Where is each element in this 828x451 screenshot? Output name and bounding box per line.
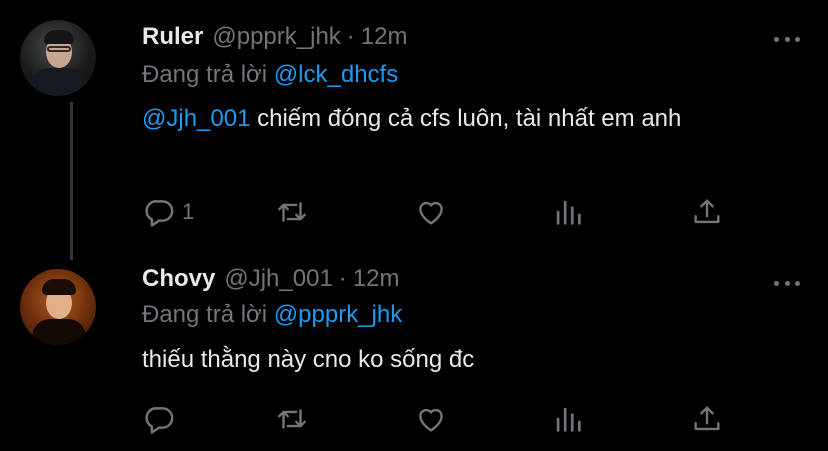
- tweet-ruler[interactable]: Ruler @ppprk_jhk · 12m Đang trả lời @lck…: [0, 0, 828, 260]
- retweet-button[interactable]: [275, 401, 309, 437]
- views-button[interactable]: [551, 194, 585, 230]
- views-button[interactable]: [551, 401, 585, 437]
- separator-dot: ·: [338, 265, 347, 292]
- replying-to-handle-link[interactable]: @ppprk_jhk: [274, 301, 402, 328]
- tweet-header: Chovy @Jjh_001 · 12m: [142, 265, 399, 295]
- like-icon: [419, 408, 443, 432]
- avatar-body-shape: [32, 319, 86, 345]
- timestamp[interactable]: 12m: [353, 265, 400, 293]
- avatar[interactable]: [20, 269, 96, 345]
- mention-link[interactable]: @Jjh_001: [142, 105, 250, 132]
- display-name[interactable]: Chovy: [142, 265, 215, 293]
- retweet-icon: [278, 202, 306, 222]
- share-icon: [694, 199, 720, 224]
- like-button[interactable]: [414, 401, 448, 437]
- reply-button[interactable]: [142, 401, 182, 437]
- retweet-icon: [278, 409, 306, 429]
- timestamp[interactable]: 12m: [361, 23, 408, 51]
- like-button[interactable]: [414, 194, 448, 230]
- share-icon: [694, 406, 720, 431]
- display-name[interactable]: Ruler: [142, 23, 203, 51]
- more-icon[interactable]: [774, 34, 800, 44]
- like-icon: [419, 201, 443, 225]
- replying-to: Đang trả lời @ppprk_jhk: [142, 301, 402, 329]
- avatar-hair-shape: [44, 30, 74, 44]
- retweet-button[interactable]: [275, 194, 309, 230]
- avatar-body-shape: [30, 68, 88, 96]
- reply-icon: [145, 200, 174, 227]
- avatar-hair-shape: [42, 279, 76, 295]
- more-icon[interactable]: [774, 278, 800, 288]
- tweet-text-content: chiếm đóng cả cfs luôn, tài nhất em anh: [250, 105, 682, 132]
- tweet-actions: [142, 401, 742, 437]
- share-button[interactable]: [690, 401, 724, 437]
- separator-dot: ·: [346, 23, 355, 50]
- reply-button[interactable]: 1: [142, 194, 194, 230]
- tweet-text: thiếu thằng này cno ko sống đc: [142, 341, 782, 378]
- reply-icon: [145, 407, 174, 434]
- tweet-actions: 1: [142, 194, 742, 230]
- replying-to-label: Đang trả lời: [142, 301, 268, 328]
- user-handle[interactable]: @ppprk_jhk: [212, 23, 340, 51]
- tweet-header: Ruler @ppprk_jhk · 12m: [142, 23, 407, 53]
- tweet-chovy[interactable]: Chovy @Jjh_001 · 12m Đang trả lời @ppprk…: [0, 245, 828, 451]
- views-icon: [556, 200, 581, 225]
- tweet-text-content: thiếu thằng này cno ko sống đc: [142, 346, 475, 373]
- user-handle[interactable]: @Jjh_001: [224, 265, 332, 293]
- avatar-glasses-shape: [47, 46, 71, 52]
- reply-count: 1: [182, 199, 195, 224]
- share-button[interactable]: [690, 194, 724, 230]
- views-icon: [556, 407, 581, 432]
- tweet-text: @Jjh_001 chiếm đóng cả cfs luôn, tài nhấ…: [142, 100, 782, 137]
- replying-to-handle-link[interactable]: @lck_dhcfs: [274, 61, 398, 88]
- replying-to-label: Đang trả lời: [142, 61, 268, 88]
- thread-connector-line: [70, 102, 73, 260]
- replying-to: Đang trả lời @lck_dhcfs: [142, 61, 398, 89]
- avatar[interactable]: [20, 20, 96, 96]
